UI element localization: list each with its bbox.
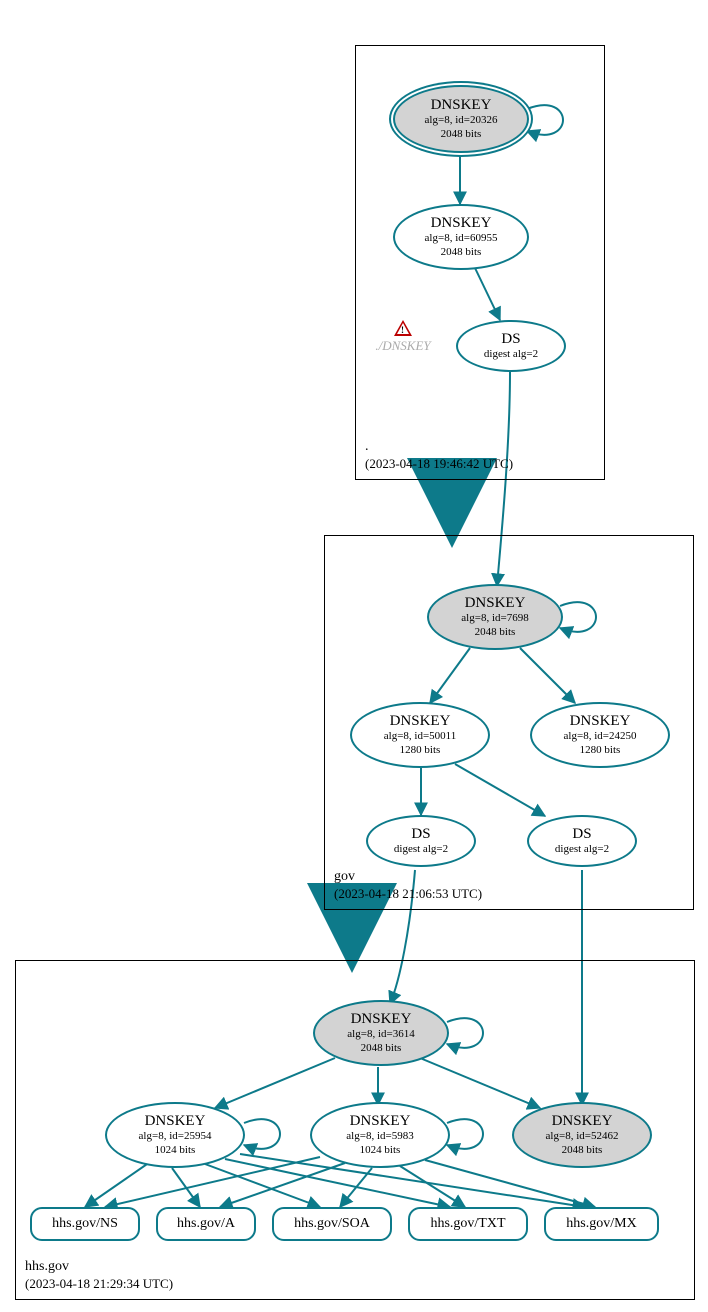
node-sub: alg=8, id=20326 — [425, 114, 498, 127]
rrset-label: hhs.gov/SOA — [294, 1216, 370, 1232]
node-root-ds: DS digest alg=2 — [456, 320, 566, 372]
node-sub: alg=8, id=24250 — [564, 730, 637, 743]
node-title: DS — [411, 826, 430, 843]
node-sub2: 2048 bits — [475, 626, 516, 639]
node-sub: alg=8, id=52462 — [546, 1130, 619, 1143]
node-gov-zsk1: DNSKEY alg=8, id=50011 1280 bits — [350, 702, 490, 768]
node-sub2: 2048 bits — [441, 246, 482, 259]
node-sub: digest alg=2 — [484, 348, 538, 361]
node-title: DS — [572, 826, 591, 843]
node-title: DNSKEY — [570, 713, 631, 730]
node-title: DS — [501, 331, 520, 348]
node-title: DNSKEY — [351, 1011, 412, 1028]
node-gov-ds2: DS digest alg=2 — [527, 815, 637, 867]
node-title: DNSKEY — [350, 1113, 411, 1130]
node-sub: digest alg=2 — [394, 843, 448, 856]
node-title: DNSKEY — [552, 1113, 613, 1130]
node-gov-ksk: DNSKEY alg=8, id=7698 2048 bits — [427, 584, 563, 650]
node-hhs-zsk2: DNSKEY alg=8, id=5983 1024 bits — [310, 1102, 450, 1168]
node-sub: alg=8, id=5983 — [346, 1130, 413, 1143]
rrset-label: hhs.gov/TXT — [430, 1216, 505, 1232]
zone-root-name: . — [365, 438, 513, 456]
node-sub2: 1280 bits — [400, 744, 441, 757]
node-hhs-other: DNSKEY alg=8, id=52462 2048 bits — [512, 1102, 652, 1168]
rrset-mx: hhs.gov/MX — [544, 1207, 659, 1241]
rrset-label: hhs.gov/NS — [52, 1216, 118, 1232]
rrset-ns: hhs.gov/NS — [30, 1207, 140, 1241]
zone-gov-ts: (2023-04-18 21:06:53 UTC) — [334, 886, 482, 903]
warn-label: ./DNSKEY — [363, 338, 443, 354]
node-title: DNSKEY — [145, 1113, 206, 1130]
node-sub2: 2048 bits — [361, 1042, 402, 1055]
node-sub2: 1024 bits — [155, 1144, 196, 1157]
node-hhs-ksk: DNSKEY alg=8, id=3614 2048 bits — [313, 1000, 449, 1066]
node-gov-zsk2: DNSKEY alg=8, id=24250 1280 bits — [530, 702, 670, 768]
node-sub: digest alg=2 — [555, 843, 609, 856]
node-sub: alg=8, id=50011 — [384, 730, 457, 743]
node-root-zsk: DNSKEY alg=8, id=60955 2048 bits — [393, 204, 529, 270]
node-root-warn: ! ./DNSKEY — [363, 320, 443, 354]
warning-icon: ! — [394, 320, 412, 336]
rrset-txt: hhs.gov/TXT — [408, 1207, 528, 1241]
node-sub2: 2048 bits — [441, 128, 482, 141]
node-title: DNSKEY — [465, 595, 526, 612]
node-sub2: 1024 bits — [360, 1144, 401, 1157]
node-root-ksk: DNSKEY alg=8, id=20326 2048 bits — [393, 85, 529, 153]
node-sub: alg=8, id=3614 — [347, 1028, 414, 1041]
rrset-a: hhs.gov/A — [156, 1207, 256, 1241]
node-title: DNSKEY — [431, 215, 492, 232]
node-title: DNSKEY — [431, 97, 492, 114]
node-sub2: 1280 bits — [580, 744, 621, 757]
node-title: DNSKEY — [390, 713, 451, 730]
node-sub: alg=8, id=25954 — [139, 1130, 212, 1143]
zone-hhs-name: hhs.gov — [25, 1258, 173, 1276]
zone-gov-name: gov — [334, 868, 482, 886]
node-sub: alg=8, id=7698 — [461, 612, 528, 625]
rrset-label: hhs.gov/A — [177, 1216, 235, 1232]
node-sub: alg=8, id=60955 — [425, 232, 498, 245]
rrset-label: hhs.gov/MX — [566, 1216, 636, 1232]
node-hhs-zsk1: DNSKEY alg=8, id=25954 1024 bits — [105, 1102, 245, 1168]
zone-root-ts: (2023-04-18 19:46:42 UTC) — [365, 456, 513, 473]
zone-hhs-ts: (2023-04-18 21:29:34 UTC) — [25, 1276, 173, 1293]
rrset-soa: hhs.gov/SOA — [272, 1207, 392, 1241]
node-sub2: 2048 bits — [562, 1144, 603, 1157]
node-gov-ds1: DS digest alg=2 — [366, 815, 476, 867]
